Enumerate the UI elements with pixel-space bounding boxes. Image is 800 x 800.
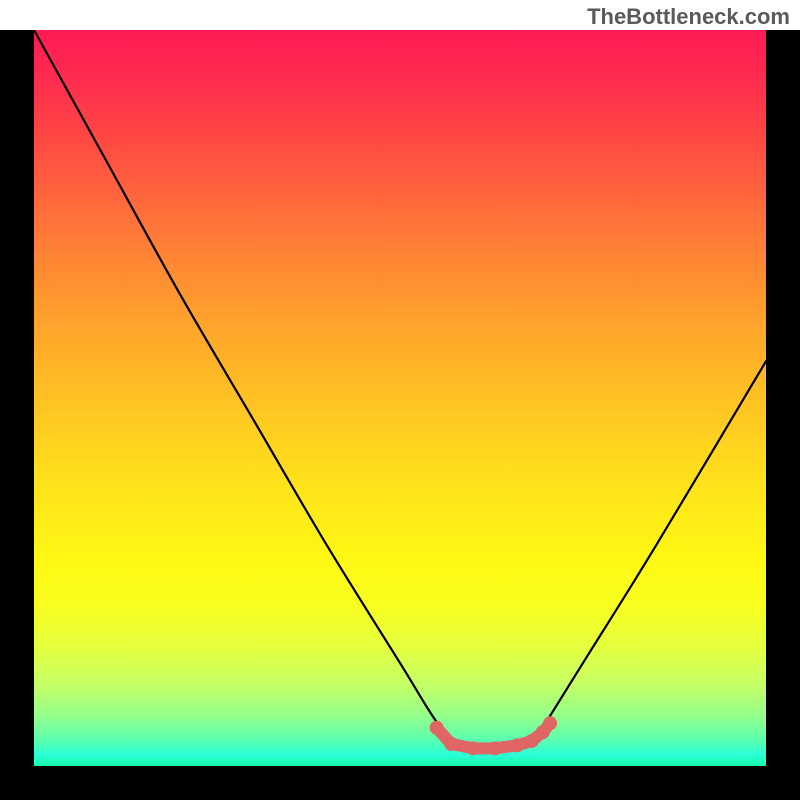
optimal-zone-point (444, 737, 458, 751)
optimal-zone (430, 716, 557, 755)
optimal-zone-point (543, 716, 557, 730)
optimal-zone-point (510, 738, 524, 752)
optimal-zone-point (525, 734, 539, 748)
optimal-zone-point (488, 741, 502, 755)
bottleneck-curve (34, 30, 766, 751)
chart-overlay (34, 30, 766, 766)
attribution-text: TheBottleneck.com (587, 4, 790, 30)
plot-area (34, 30, 766, 766)
chart-container: TheBottleneck.com (0, 0, 800, 800)
optimal-zone-point (430, 721, 444, 735)
optimal-zone-point (466, 741, 480, 755)
chart-frame (0, 30, 800, 800)
